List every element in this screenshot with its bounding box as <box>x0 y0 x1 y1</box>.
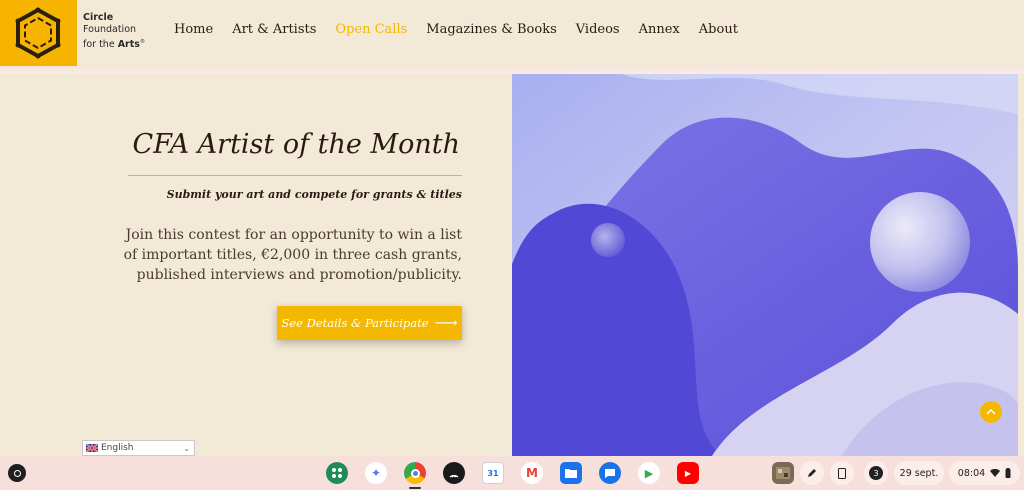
gemini-icon[interactable]: ✦ <box>365 462 387 484</box>
os-taskbar: ✦ 31 M ▶ ▶ 3 29 sept. 08:04 <box>0 456 1024 490</box>
chat-bubble-icon <box>605 468 615 478</box>
google-apps-icon[interactable] <box>326 462 348 484</box>
language-selector[interactable]: English ⌄ <box>82 440 195 456</box>
scroll-to-top-button[interactable] <box>980 401 1002 423</box>
battery-icon <box>1005 468 1011 478</box>
folder-icon <box>565 469 577 478</box>
clock: 08:04 <box>957 467 986 479</box>
chevron-up-icon <box>986 409 996 415</box>
nav-magazines-books[interactable]: Magazines & Books <box>426 22 556 37</box>
header-divider <box>0 66 1024 74</box>
main-nav: Home Art & Artists Open Calls Magazines … <box>174 22 757 37</box>
nav-videos[interactable]: Videos <box>576 22 620 37</box>
chevron-down-icon: ⌄ <box>183 443 190 453</box>
launcher-icon <box>13 469 21 477</box>
registered-mark: ® <box>139 39 145 45</box>
files-icon[interactable] <box>560 462 582 484</box>
system-tray-status[interactable]: 08:04 <box>949 461 1020 485</box>
hero-description: Join this contest for an opportunity to … <box>123 227 462 283</box>
logo[interactable] <box>0 0 77 68</box>
nav-about[interactable]: About <box>699 22 738 37</box>
youtube-icon[interactable]: ▶ <box>677 462 699 484</box>
wifi-icon <box>990 469 1001 477</box>
uk-flag-icon <box>86 444 98 452</box>
brand-line-3-prefix: for the <box>83 39 118 51</box>
hero-title: CFA Artist of the Month <box>132 129 460 160</box>
hero-subtitle: Submit your art and compete for grants &… <box>166 188 462 201</box>
brand-line-3-bold: Arts <box>117 39 140 51</box>
nav-annex[interactable]: Annex <box>639 22 680 37</box>
podcast-waves-icon <box>449 474 459 478</box>
stylus-tools-button[interactable] <box>800 461 824 485</box>
chrome-icon[interactable] <box>404 462 426 484</box>
hexagon-logo-icon <box>15 7 61 59</box>
chrome-running-indicator <box>409 487 421 489</box>
hero-divider <box>128 175 462 176</box>
see-details-label: See Details & Participate <box>281 316 429 330</box>
brand-line-2: Foundation <box>83 24 137 35</box>
phone-hub-icon[interactable] <box>772 462 794 484</box>
site-header: Circle Foundation for the Arts® Home Art… <box>0 0 1024 68</box>
calendar-icon[interactable]: 31 <box>482 462 504 484</box>
date-display[interactable]: 29 sept. <box>894 461 944 485</box>
gmail-icon[interactable]: M <box>521 462 543 484</box>
podcasts-icon[interactable] <box>443 462 465 484</box>
messages-icon[interactable] <box>599 462 621 484</box>
abstract-blob-illustration <box>512 74 1018 456</box>
see-details-button[interactable]: See Details & Participate ⟶ <box>277 306 462 340</box>
hero-text-panel: CFA Artist of the Month Submit your art … <box>0 74 512 456</box>
brand-name[interactable]: Circle Foundation for the Arts® <box>83 12 145 51</box>
nav-home[interactable]: Home <box>174 22 213 37</box>
notification-count-badge: 3 <box>869 466 883 480</box>
arrow-right-icon: ⟶ <box>434 313 458 332</box>
phone-icon <box>838 467 846 479</box>
language-label: English <box>101 443 134 453</box>
hero-artwork <box>512 74 1018 456</box>
nav-open-calls[interactable]: Open Calls <box>335 22 407 37</box>
apps-grid-icon <box>332 468 342 478</box>
brand-line-1: Circle <box>83 12 114 23</box>
play-store-icon[interactable]: ▶ <box>638 462 660 484</box>
photo-thumbnail-icon <box>776 467 790 479</box>
chrome-center-icon <box>410 468 420 478</box>
brand-line-3: for the Arts® <box>83 36 145 51</box>
notification-button[interactable]: 3 <box>864 461 888 485</box>
launcher-button[interactable] <box>8 464 26 482</box>
tablet-mode-button[interactable] <box>830 461 854 485</box>
nav-art-artists[interactable]: Art & Artists <box>232 22 316 37</box>
pen-icon <box>808 469 816 477</box>
